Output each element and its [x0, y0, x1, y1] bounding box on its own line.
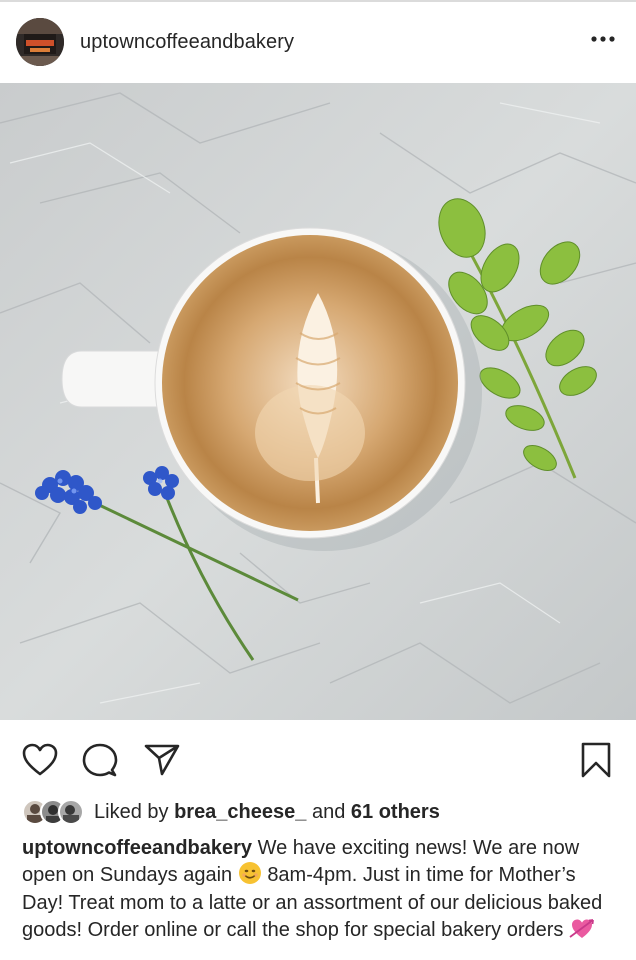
avatar[interactable] [16, 18, 64, 66]
caption-username[interactable]: uptowncoffeeandbakery [22, 837, 252, 859]
post-photo[interactable] [0, 83, 636, 720]
likes-others-count[interactable]: 61 others [351, 801, 440, 824]
more-options-icon[interactable] [588, 24, 618, 54]
heart-icon[interactable] [20, 740, 60, 780]
likes-line: Liked by brea_cheese_ and 61 others [22, 798, 440, 826]
likes-middle: and [311, 800, 346, 823]
smiling-face-emoji-icon [238, 861, 262, 892]
send-icon[interactable] [142, 740, 182, 780]
post-header: uptowncoffeeandbakery [0, 2, 636, 82]
liker-username[interactable]: brea_cheese_ [174, 801, 306, 824]
comment-icon[interactable] [80, 740, 120, 780]
avatar-image [16, 18, 64, 66]
heart-with-arrow-emoji-icon [569, 916, 595, 947]
likes-prefix: Liked by [94, 800, 169, 823]
liker-avatar[interactable] [58, 799, 84, 825]
post-caption: uptowncoffeeandbakery We have exciting n… [22, 836, 622, 946]
post-username[interactable]: uptowncoffeeandbakery [80, 31, 294, 54]
liker-avatars [22, 799, 84, 825]
bookmark-icon[interactable] [576, 740, 616, 780]
action-bar [0, 720, 636, 800]
